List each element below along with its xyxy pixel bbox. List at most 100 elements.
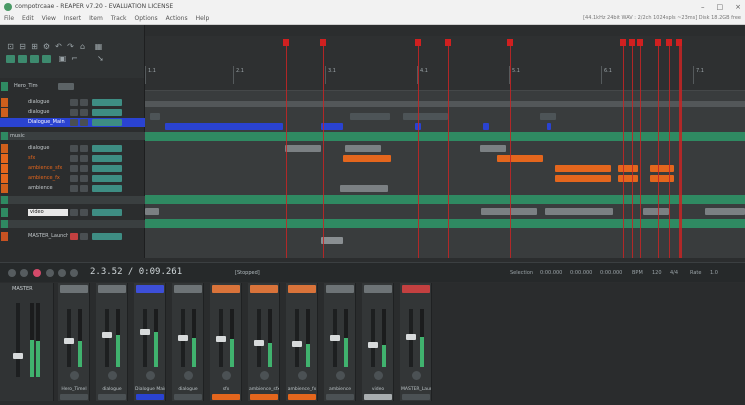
menu-item[interactable]: Item <box>85 15 107 22</box>
mute-button[interactable] <box>70 119 78 126</box>
project-marker[interactable] <box>629 39 635 46</box>
strip-header[interactable] <box>212 285 240 293</box>
strip-header[interactable] <box>60 285 88 293</box>
project-marker[interactable] <box>415 39 421 46</box>
mixer-strip[interactable]: MASTER_Laun <box>400 283 432 401</box>
media-item[interactable] <box>547 123 551 130</box>
strip-name[interactable]: video <box>363 386 393 393</box>
media-item[interactable] <box>497 155 543 162</box>
minimize-button[interactable]: – <box>701 3 705 11</box>
cursor-icon[interactable]: ➘ <box>96 55 105 63</box>
fx-button[interactable] <box>92 119 122 126</box>
fx-button[interactable] <box>92 155 122 162</box>
pan-knob-icon[interactable] <box>374 371 383 380</box>
go-to-start-button[interactable] <box>8 269 16 277</box>
track-name[interactable]: sfx <box>28 155 68 162</box>
solo-button[interactable] <box>80 209 88 216</box>
media-item[interactable] <box>480 145 506 152</box>
fader-knob[interactable] <box>254 339 264 346</box>
project-marker[interactable] <box>320 39 326 46</box>
track-header[interactable]: dialogue <box>0 108 145 117</box>
media-item[interactable] <box>555 175 611 182</box>
strip-name[interactable]: Dialogue Main <box>135 386 165 393</box>
strip-name[interactable]: sfx <box>211 386 241 393</box>
strip-header[interactable] <box>364 285 392 293</box>
selection-length[interactable]: 0:00.000 <box>600 269 622 277</box>
play-button[interactable] <box>46 269 54 277</box>
media-item[interactable] <box>618 175 638 182</box>
project-marker[interactable] <box>445 39 451 46</box>
track-header[interactable]: Dialogue_Main <box>0 118 145 127</box>
media-item[interactable] <box>350 113 390 120</box>
mute-button[interactable] <box>70 175 78 182</box>
media-item[interactable] <box>650 175 674 182</box>
solo-button[interactable] <box>80 165 88 172</box>
fader-knob[interactable] <box>216 336 226 343</box>
mixer-strip[interactable]: sfx <box>210 283 242 401</box>
pan-knob-icon[interactable] <box>184 371 193 380</box>
fx-button[interactable] <box>92 233 122 240</box>
strip-header[interactable] <box>288 285 316 293</box>
track-header[interactable]: Hero_Timeline <box>0 82 145 91</box>
pan-knob-icon[interactable] <box>108 371 117 380</box>
project-marker[interactable] <box>620 39 626 46</box>
mixer-strip[interactable]: Dialogue Main <box>134 283 166 401</box>
mixer-strip[interactable]: dialogue <box>172 283 204 401</box>
mixer-strip[interactable]: ambience_fx <box>286 283 318 401</box>
project-marker[interactable] <box>283 39 289 46</box>
strip-header[interactable] <box>326 285 354 293</box>
solo-button[interactable] <box>80 233 88 240</box>
fader-knob[interactable] <box>330 335 340 341</box>
track-header[interactable]: ambience_sfx <box>0 164 145 173</box>
folder-lane[interactable] <box>145 132 745 141</box>
menu-track[interactable]: Track <box>107 15 131 22</box>
mute-button[interactable] <box>70 209 78 216</box>
menu-actions[interactable]: Actions <box>162 15 192 22</box>
media-item[interactable] <box>285 145 321 152</box>
pan-knob-icon[interactable] <box>146 371 155 380</box>
menu-edit[interactable]: Edit <box>18 15 38 22</box>
pan-knob-icon[interactable] <box>336 371 345 380</box>
rate-value[interactable]: 1.0 <box>710 269 718 277</box>
mixer-strip[interactable]: ambience_sfx <box>248 283 280 401</box>
folder-track[interactable] <box>0 196 145 204</box>
track-header[interactable]: MASTER_Launch <box>0 232 145 241</box>
mixer-strip[interactable]: dialogue <box>96 283 128 401</box>
settings-icon[interactable]: ⚙ <box>42 43 51 51</box>
fx-button[interactable] <box>92 109 122 116</box>
media-item[interactable] <box>343 155 391 162</box>
folder-track[interactable]: music <box>0 132 145 140</box>
project-marker[interactable] <box>655 39 661 46</box>
track-header[interactable]: ambience <box>0 184 145 193</box>
track-name[interactable]: ambience <box>28 185 68 192</box>
solo-button[interactable] <box>80 185 88 192</box>
media-item[interactable] <box>705 208 745 215</box>
menu-file[interactable]: File <box>0 15 18 22</box>
mixer-strip[interactable]: video <box>362 283 394 401</box>
pan-knob-icon[interactable] <box>298 371 307 380</box>
close-button[interactable]: × <box>735 3 741 11</box>
menu-insert[interactable]: Insert <box>60 15 85 22</box>
folder-track[interactable] <box>0 220 145 228</box>
strip-header[interactable] <box>98 285 126 293</box>
strip-header[interactable] <box>174 285 202 293</box>
fader-knob[interactable] <box>178 335 188 341</box>
solo-button[interactable] <box>80 155 88 162</box>
menu-view[interactable]: View <box>38 15 60 22</box>
media-item[interactable] <box>145 208 159 215</box>
fx-button[interactable] <box>92 185 122 192</box>
maximize-button[interactable]: □ <box>717 3 724 11</box>
media-item[interactable] <box>618 165 638 172</box>
save-icon[interactable]: ⊞ <box>30 43 39 51</box>
redo-icon[interactable]: ↷ <box>66 43 75 51</box>
track-header[interactable]: sfx <box>0 154 145 163</box>
fader-knob[interactable] <box>292 340 302 347</box>
track-name[interactable]: dialogue <box>28 109 68 116</box>
track-name[interactable]: video <box>28 209 68 216</box>
mute-button[interactable] <box>70 145 78 152</box>
media-item[interactable] <box>540 113 556 120</box>
selection-end[interactable]: 0:00.000 <box>570 269 592 277</box>
strip-header[interactable] <box>250 285 278 293</box>
media-item[interactable] <box>650 165 674 172</box>
track-name[interactable]: ambience_fx <box>28 175 68 182</box>
